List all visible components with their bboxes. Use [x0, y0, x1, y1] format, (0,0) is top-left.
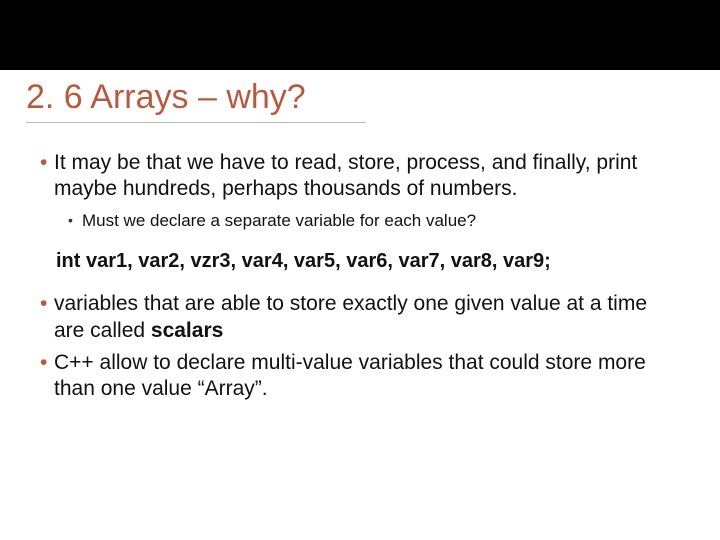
- bullet-dot-icon: •: [68, 209, 82, 231]
- bullet-dot-icon: •: [40, 291, 54, 317]
- bullet-dot-icon: •: [40, 150, 54, 176]
- bullet-line-2: •variables that are able to store exactl…: [40, 291, 680, 344]
- top-black-bar: [0, 0, 720, 70]
- title-underline: [26, 122, 366, 123]
- bullet-line-3: •C++ allow to declare multi-value variab…: [40, 350, 680, 403]
- bullet-text-2: variables that are able to store exactly…: [54, 291, 654, 344]
- bullet-text-2-prefix: variables that are able to store exactly…: [54, 292, 647, 341]
- slide-title: 2. 6 Arrays – why?: [26, 78, 306, 117]
- bullet-text-3: C++ allow to declare multi-value variabl…: [54, 350, 654, 403]
- bullet-text-2-bold: scalars: [151, 319, 223, 342]
- bullet-line-1: •It may be that we have to read, store, …: [40, 150, 680, 203]
- slide: 2. 6 Arrays – why? •It may be that we ha…: [0, 0, 720, 540]
- code-line: int var1, var2, vzr3, var4, var5, var6, …: [56, 250, 680, 273]
- bullet-line-1a: •Must we declare a separate variable for…: [68, 209, 680, 233]
- bullet-text-1: It may be that we have to read, store, p…: [54, 150, 654, 203]
- bullet-dot-icon: •: [40, 350, 54, 376]
- bullet-text-1a: Must we declare a separate variable for …: [82, 209, 476, 233]
- slide-body: •It may be that we have to read, store, …: [40, 150, 680, 408]
